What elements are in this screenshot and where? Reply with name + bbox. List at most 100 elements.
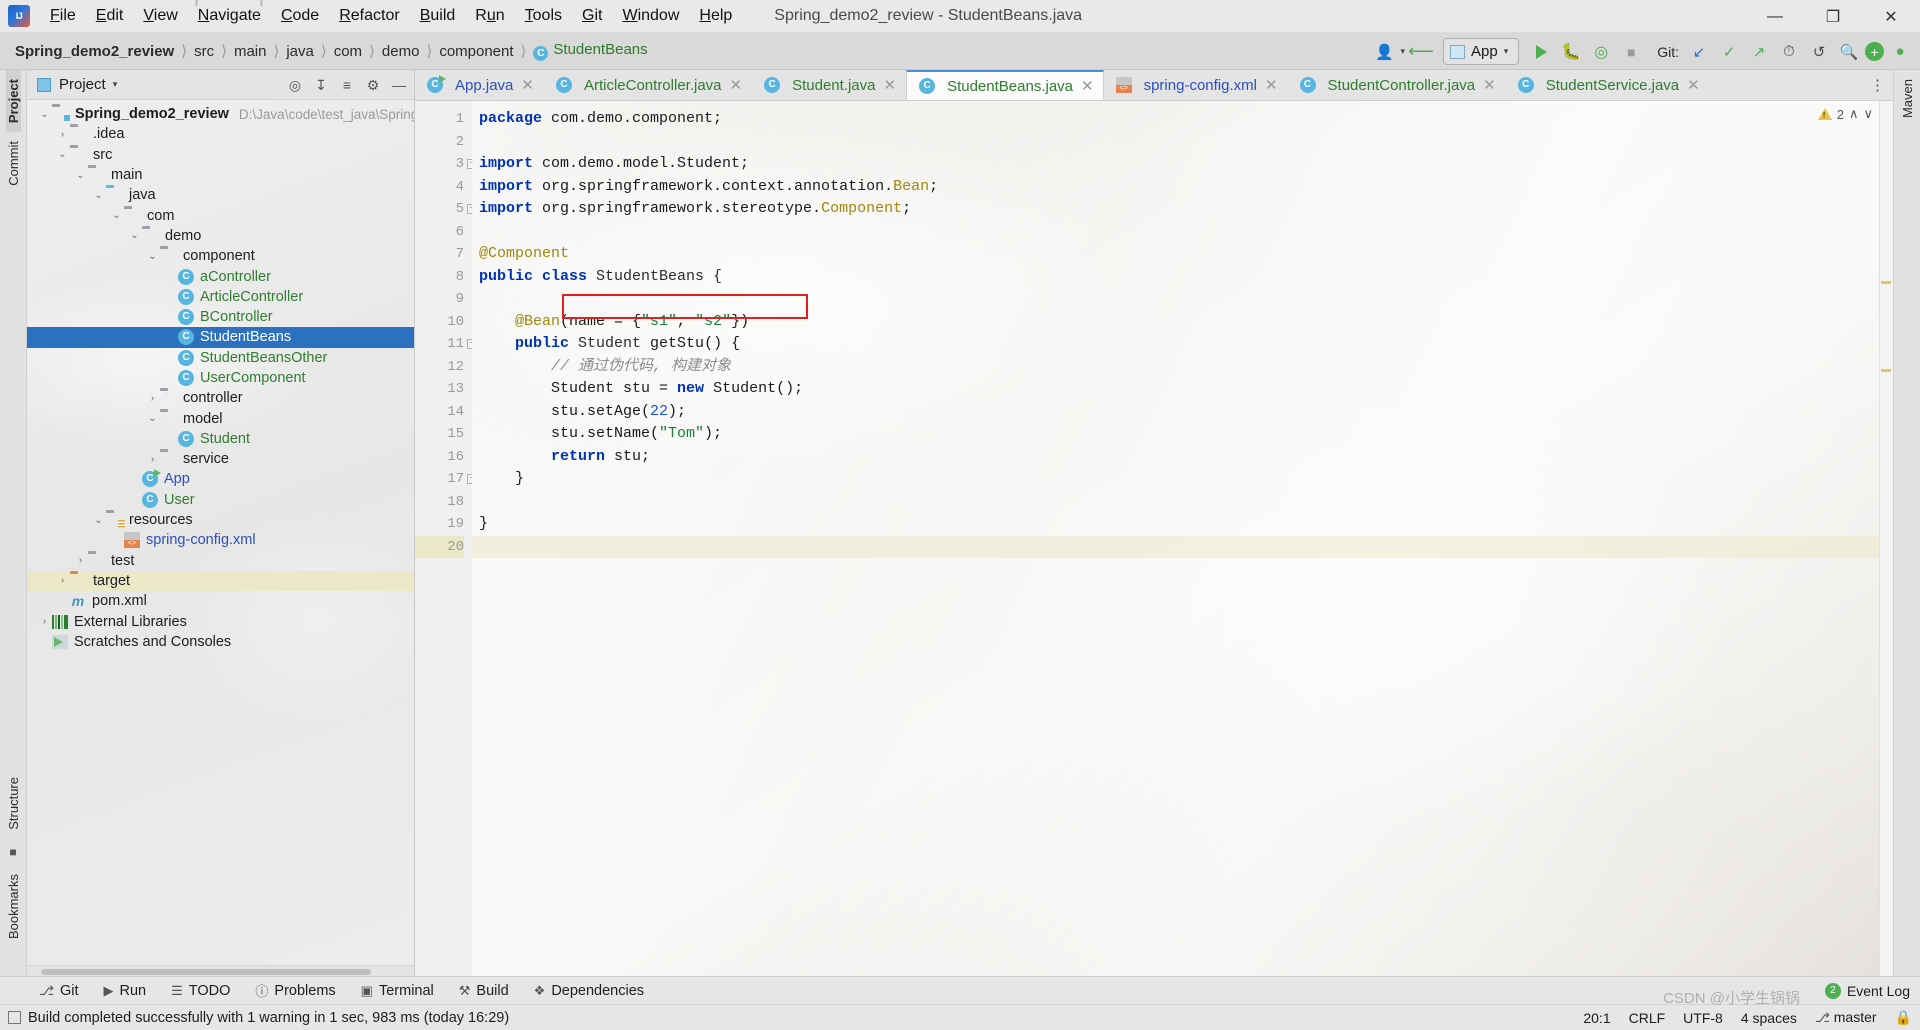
- menu-run[interactable]: Run: [465, 3, 514, 29]
- menu-tools[interactable]: Tools: [515, 3, 572, 29]
- plugin-update-icon[interactable]: +: [1865, 42, 1884, 61]
- editor-tab-spring-config-xml[interactable]: spring-config.xml ✕: [1104, 70, 1288, 100]
- code-editor[interactable]: package com.demo.component; import com.d…: [472, 101, 1879, 976]
- chevron-right-icon[interactable]: ›: [145, 454, 160, 465]
- code-line[interactable]: public Student getStu() {: [472, 333, 1879, 356]
- code-line[interactable]: @Bean(name = {"s1", "s2"}): [472, 311, 1879, 334]
- chevron-right-icon[interactable]: ›: [55, 575, 70, 586]
- tree-item-model[interactable]: ⌄ model: [27, 408, 414, 428]
- breadcrumb-project[interactable]: Spring_demo2_review: [10, 43, 179, 60]
- code-line[interactable]: package com.demo.component;: [472, 108, 1879, 131]
- close-tab-icon[interactable]: ✕: [730, 76, 743, 94]
- code-line[interactable]: import com.demo.model.Student;: [472, 153, 1879, 176]
- file-encoding[interactable]: UTF-8: [1683, 1010, 1723, 1026]
- project-horizontal-scrollbar[interactable]: [27, 965, 414, 976]
- code-line[interactable]: [472, 535, 1879, 558]
- menu-code[interactable]: Code: [271, 3, 329, 29]
- tree-item-app[interactable]: C App: [27, 469, 414, 489]
- code-line[interactable]: import org.springframework.context.annot…: [472, 176, 1879, 199]
- tree-item-studentbeansother[interactable]: C StudentBeansOther: [27, 348, 414, 368]
- tool-window-build[interactable]: ⚒ Build: [448, 980, 520, 1002]
- bookmarks-icon[interactable]: ■: [9, 839, 16, 865]
- indent-setting[interactable]: 4 spaces: [1741, 1010, 1797, 1026]
- chevron-down-icon[interactable]: ▾: [1400, 46, 1405, 57]
- chevron-down-icon[interactable]: ⌄: [109, 210, 124, 221]
- tree-item-spring-demo2-review[interactable]: ⌄ Spring_demo2_review D:\Java\code\test_ja…: [27, 104, 414, 124]
- git-push-icon[interactable]: ↗: [1745, 38, 1773, 66]
- chevron-down-icon[interactable]: ⌄: [91, 190, 106, 201]
- ide-icon[interactable]: ●: [1886, 38, 1914, 66]
- tree-item-com[interactable]: ⌄ com: [27, 205, 414, 225]
- code-line[interactable]: stu.setAge(22);: [472, 401, 1879, 424]
- tree-item-test[interactable]: › test: [27, 551, 414, 571]
- code-content[interactable]: package com.demo.component; import com.d…: [472, 101, 1879, 558]
- tree-item-target[interactable]: › target: [27, 570, 414, 592]
- editor-tab-strip[interactable]: C App.java ✕ C ArticleController.java ✕ C Stude…: [415, 70, 1893, 101]
- line-separator[interactable]: CRLF: [1629, 1010, 1666, 1026]
- branch-indicator[interactable]: ⎇ master: [1815, 1009, 1877, 1026]
- tree-item-user[interactable]: C User: [27, 490, 414, 510]
- chevron-down-icon[interactable]: ⌄: [127, 230, 142, 241]
- menu-file[interactable]: File: [40, 3, 86, 29]
- sidebar-item-maven[interactable]: Maven: [1900, 70, 1915, 127]
- hide-panel-icon[interactable]: —: [388, 74, 410, 96]
- chevron-down-icon[interactable]: ⌄: [37, 109, 52, 120]
- editor-tab-student-java[interactable]: C Student.java ✕: [752, 70, 906, 100]
- close-button[interactable]: ✕: [1862, 0, 1920, 33]
- inspection-status-badge[interactable]: 2 ∧ ∨: [1817, 106, 1873, 122]
- code-line[interactable]: Student stu = new Student();: [472, 378, 1879, 401]
- close-tab-icon[interactable]: ✕: [521, 76, 534, 94]
- tree-item-component[interactable]: ⌄ component: [27, 246, 414, 266]
- menu-build[interactable]: Build: [410, 3, 466, 29]
- tree-item-src[interactable]: ⌄ src: [27, 145, 414, 165]
- code-line[interactable]: [472, 288, 1879, 311]
- run-configuration-selector[interactable]: App ▾: [1442, 38, 1520, 65]
- breadcrumb-class[interactable]: C StudentBeans: [528, 41, 652, 61]
- close-tab-icon[interactable]: ✕: [1687, 76, 1700, 94]
- menu-window[interactable]: Window: [612, 3, 689, 29]
- close-tab-icon[interactable]: ✕: [1265, 76, 1278, 94]
- debug-button[interactable]: 🐛: [1557, 38, 1585, 66]
- tree-item-external-libraries[interactable]: › External Libraries: [27, 611, 414, 631]
- breadcrumb-component[interactable]: component: [434, 43, 518, 60]
- caret-position[interactable]: 20:1: [1583, 1010, 1610, 1026]
- user-icon[interactable]: 👤: [1370, 38, 1398, 66]
- editor-tab-studentcontroller-java[interactable]: C StudentController.java ✕: [1288, 70, 1506, 100]
- code-line[interactable]: @Component: [472, 243, 1879, 266]
- lock-icon[interactable]: 🔒: [1895, 1009, 1912, 1026]
- code-line[interactable]: [472, 221, 1879, 244]
- chevron-down-icon[interactable]: ⌄: [91, 515, 106, 526]
- editor-marker-bar[interactable]: [1879, 101, 1893, 976]
- tool-window-run[interactable]: ▶ Run: [93, 980, 158, 1002]
- chevron-right-icon[interactable]: ›: [73, 555, 88, 566]
- event-log-button[interactable]: 2 Event Log: [1824, 982, 1910, 999]
- tree-item-student[interactable]: C Student: [27, 429, 414, 449]
- tree-item-bcontroller[interactable]: C BController: [27, 307, 414, 327]
- sidebar-item-bookmarks[interactable]: Bookmarks: [6, 865, 21, 948]
- chevron-down-icon[interactable]: ⌄: [55, 149, 70, 160]
- close-tab-icon[interactable]: ✕: [1081, 77, 1094, 95]
- maximize-button[interactable]: ❐: [1804, 0, 1862, 33]
- tool-window-git[interactable]: ⎇ Git: [28, 980, 90, 1002]
- tree-item-service[interactable]: › service: [27, 449, 414, 469]
- menu-help[interactable]: Help: [689, 3, 742, 29]
- close-tab-icon[interactable]: ✕: [1483, 76, 1496, 94]
- menu-navigate[interactable]: Navigate: [188, 3, 271, 29]
- history-icon[interactable]: ⏱: [1775, 38, 1803, 66]
- chevron-down-icon[interactable]: ⌄: [73, 170, 88, 181]
- tool-window-problems[interactable]: ⓘ Problems: [244, 978, 346, 1003]
- menu-refactor[interactable]: Refactor: [329, 3, 409, 29]
- tree-item-main[interactable]: ⌄ main: [27, 165, 414, 185]
- target-icon[interactable]: ◎: [284, 74, 306, 96]
- code-line[interactable]: }: [472, 513, 1879, 536]
- chevron-right-icon[interactable]: ›: [37, 616, 52, 627]
- tool-window-dependencies[interactable]: ❖ Dependencies: [523, 980, 655, 1002]
- breadcrumb-main[interactable]: main: [229, 43, 272, 60]
- breadcrumb-demo[interactable]: demo: [377, 43, 425, 60]
- next-problem-icon[interactable]: ∨: [1863, 106, 1873, 122]
- editor-tab-articlecontroller-java[interactable]: C ArticleController.java ✕: [544, 70, 752, 100]
- editor-tab-app-java[interactable]: C App.java ✕: [415, 70, 544, 100]
- sidebar-item-commit[interactable]: Commit: [6, 132, 21, 195]
- tree-item-usercomponent[interactable]: C UserComponent: [27, 368, 414, 388]
- code-line[interactable]: [472, 491, 1879, 514]
